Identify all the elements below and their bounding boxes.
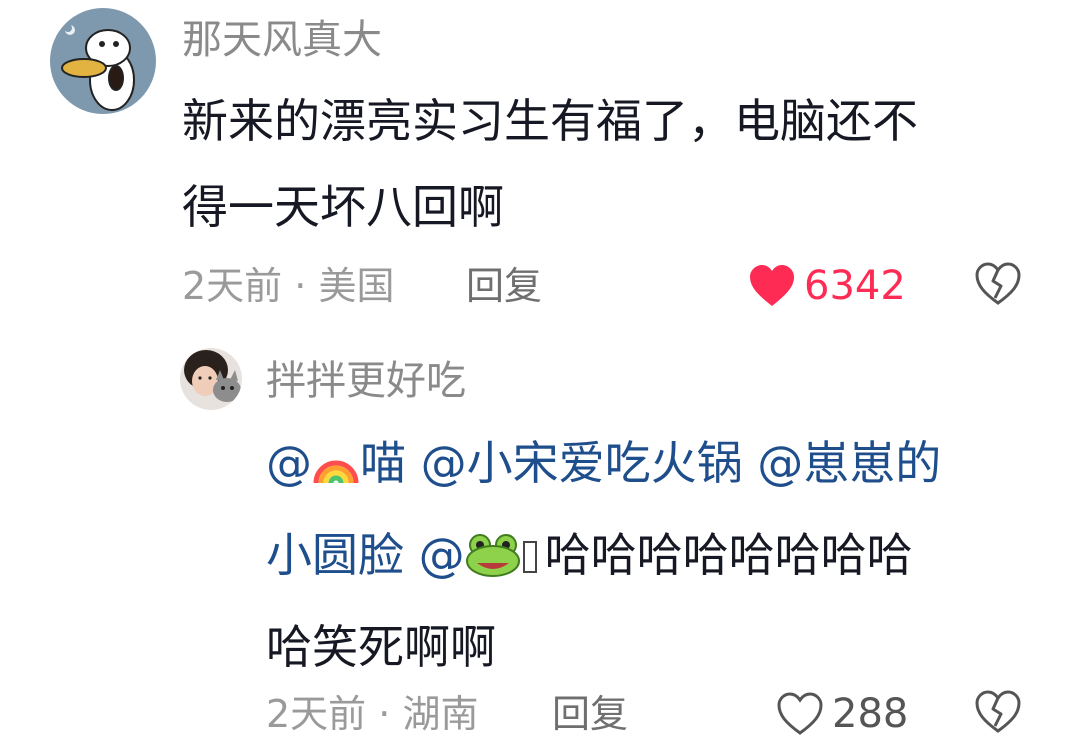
reply-like-button[interactable]: 288	[776, 690, 908, 738]
comment-reply-button[interactable]: 回复	[466, 262, 542, 310]
replier-username[interactable]: 拌拌更好吃	[266, 357, 466, 405]
comment-meta: 2天前 · 美国	[182, 262, 394, 310]
mention-group[interactable]: 喵 @小宋爱吃火锅 @崽崽的	[360, 436, 941, 490]
mention-at-rainbow[interactable]: @	[266, 436, 312, 490]
broken-heart-icon	[975, 690, 1021, 733]
rainbow-emoji	[312, 426, 360, 512]
reply-like-count: 288	[832, 691, 909, 737]
comment-time: 2天前	[182, 264, 283, 308]
reply-dislike-button[interactable]	[974, 690, 1022, 738]
commenter-avatar[interactable]	[50, 8, 156, 114]
comment-location: 美国	[318, 264, 395, 308]
girl-with-cat-avatar-icon	[180, 348, 242, 410]
heart-outline-icon	[777, 692, 823, 735]
meta-separator: ·	[294, 264, 319, 308]
reply-text: @ 喵 @小宋爱吃火锅 @崽崽的 小圆脸 @ 哈哈哈哈哈哈哈哈 哈笑死啊啊	[266, 420, 941, 690]
frog-emoji	[465, 518, 521, 604]
reply-meta: 2天前 · 湖南	[266, 690, 478, 738]
duck-cartoon-avatar-icon	[50, 8, 156, 114]
missing-glyph-box	[522, 541, 537, 573]
reply-laugh-text: 哈哈哈哈哈哈哈哈	[544, 528, 913, 582]
comment-text: 新来的漂亮实习生有福了，电脑还不 得一天坏八回啊	[182, 78, 918, 250]
commenter-username[interactable]: 那天风真大	[182, 16, 382, 64]
comment-like-count: 6342	[804, 263, 906, 309]
comment-text-line: 新来的漂亮实习生有福了，电脑还不	[182, 94, 918, 148]
meta-separator: ·	[378, 692, 403, 736]
replier-avatar[interactable]	[180, 348, 242, 410]
heart-filled-icon	[750, 265, 794, 306]
reply-location: 湖南	[402, 692, 479, 736]
reply-reply-button[interactable]: 回复	[552, 690, 628, 738]
reply-text-line: @ 喵 @小宋爱吃火锅 @崽崽的	[266, 420, 941, 512]
comment-dislike-button[interactable]	[974, 262, 1022, 310]
reply-laugh-text: 哈笑死啊啊	[266, 620, 496, 674]
comment-like-button[interactable]: 6342	[748, 262, 906, 310]
mention-at-frog[interactable]: 小圆脸 @	[266, 528, 465, 582]
broken-heart-icon	[975, 262, 1021, 305]
reply-time: 2天前	[266, 692, 367, 736]
reply-text-line: 哈笑死啊啊	[266, 604, 941, 690]
comment-text-line: 得一天坏八回啊	[182, 180, 504, 234]
reply-text-line: 小圆脸 @ 哈哈哈哈哈哈哈哈	[266, 512, 941, 604]
